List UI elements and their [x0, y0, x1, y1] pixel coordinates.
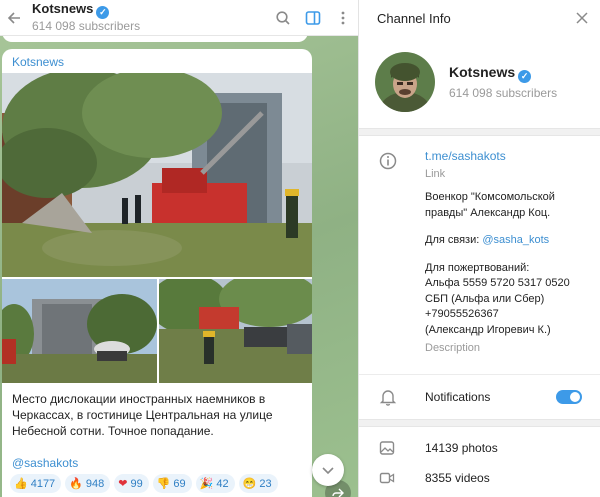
reaction-count: 948	[85, 477, 105, 490]
channel-name: Kotsnews ✓	[449, 63, 557, 83]
reactions-bar: 👍4177 🔥948 ❤99 👎69 🎉42 😁23 😱12 😢7 🤮6	[10, 474, 310, 497]
grin-icon: 😁	[242, 478, 257, 490]
photos-count: 14139 photos	[425, 441, 498, 455]
share-arrow-icon	[332, 488, 344, 497]
scroll-to-bottom-button[interactable]	[312, 454, 344, 486]
reaction-count: 23	[259, 477, 272, 490]
more-vertical-icon[interactable]	[328, 0, 358, 36]
back-arrow-icon[interactable]	[0, 0, 28, 36]
info-header: Channel Info	[359, 0, 600, 36]
chat-subscribers: 614 098 subscribers	[32, 19, 141, 33]
donate-line: +79055526367	[425, 308, 499, 320]
post-text: Место дислокации иностранных наемников в…	[12, 392, 273, 438]
party-popper-icon: 🎉	[199, 478, 214, 490]
reaction-fire[interactable]: 🔥 948	[65, 474, 111, 493]
description-label: Description	[425, 342, 481, 354]
profile-text: Kotsnews ✓ 614 098 subscribers	[435, 63, 557, 101]
channel-link[interactable]: t.me/sashakots	[425, 148, 590, 164]
donate-line: Альфа 5559 5720 5317 0520	[425, 277, 570, 289]
info-icon	[379, 152, 397, 173]
heart-icon: ❤	[118, 478, 128, 490]
avatar[interactable]	[375, 52, 435, 112]
contact-prefix: Для связи:	[425, 234, 483, 246]
notifications-label: Notifications	[425, 390, 491, 404]
section-divider	[359, 419, 600, 427]
info-title: Channel Info	[377, 10, 451, 26]
reaction-count: 99	[130, 477, 143, 490]
chat-pane: Kotsnews✓ 614 098 subscribers Kotsnews	[0, 0, 358, 497]
chat-title: Kotsnews ✓	[32, 1, 268, 19]
donate-title: Для пожертвований:	[425, 261, 530, 274]
verified-icon: ✓	[518, 70, 532, 83]
contact-line: Для связи: @sasha_kots	[425, 233, 590, 249]
notifications-toggle[interactable]	[556, 390, 582, 404]
reaction-thumbs-down[interactable]: 👎 69	[152, 474, 192, 493]
post-mention-link[interactable]: @sashakots	[12, 456, 78, 470]
thumbs-down-icon: 👎	[156, 478, 171, 490]
search-icon[interactable]	[268, 0, 298, 36]
channel-profile: Kotsnews ✓ 614 098 subscribers	[359, 36, 600, 128]
section-divider	[359, 128, 600, 136]
sidebar-toggle-icon[interactable]	[298, 0, 328, 36]
reaction-thumbs-up[interactable]: 👍 4177	[10, 474, 62, 493]
channel-info-panel: Channel Info Kotsnews ✓ 614 098 subscribe…	[358, 0, 600, 497]
reaction-count: 42	[216, 477, 229, 490]
channel-name-text: Kotsnews	[449, 64, 516, 80]
reaction-count: 4177	[30, 477, 56, 490]
chat-header: Kotsnews ✓ 614 098 subscribers	[0, 0, 358, 36]
photo-icon	[379, 440, 395, 459]
donate-line: СБП (Альфа или Сбер)	[425, 292, 545, 305]
verified-icon: ✓	[96, 6, 110, 19]
photos-row[interactable]: 14139 photos	[359, 433, 600, 463]
channel-post: Kotsnews Место дислокации иностранных на…	[2, 49, 312, 497]
bio-line: Военкор "Комсомольской правды" Александр…	[425, 191, 555, 219]
post-photo-right[interactable]	[159, 279, 312, 383]
videos-row[interactable]: 8355 videos	[359, 463, 600, 493]
bell-icon	[379, 388, 397, 409]
link-label: Link	[425, 168, 446, 180]
videos-count: 8355 videos	[425, 471, 490, 485]
reaction-count: 69	[173, 477, 186, 490]
thumbs-up-icon: 👍	[14, 478, 28, 490]
about-section: t.me/sashakots Link Военкор "Комсомольск…	[359, 136, 600, 374]
post-photo-left[interactable]	[2, 279, 157, 383]
post-photo-main[interactable]	[2, 73, 312, 277]
close-icon[interactable]	[564, 0, 600, 36]
chat-title-block[interactable]: Kotsnews ✓ 614 098 subscribers	[28, 1, 268, 34]
donate-line: (Александр Игоревич К.)	[425, 323, 551, 336]
reaction-grin[interactable]: 😁 23	[238, 474, 278, 493]
video-icon	[379, 470, 395, 489]
fire-icon: 🔥	[69, 478, 83, 490]
chevron-down-icon	[322, 467, 334, 475]
chat-title-text: Kotsnews	[32, 1, 94, 16]
reaction-heart[interactable]: ❤ 99	[114, 474, 149, 493]
reaction-party[interactable]: 🎉 42	[195, 474, 235, 493]
channel-subscribers: 614 098 subscribers	[449, 86, 558, 100]
contact-handle-link[interactable]: @sasha_kots	[482, 234, 549, 246]
post-author[interactable]: Kotsnews	[2, 49, 312, 73]
notifications-row[interactable]: Notifications	[359, 375, 600, 419]
